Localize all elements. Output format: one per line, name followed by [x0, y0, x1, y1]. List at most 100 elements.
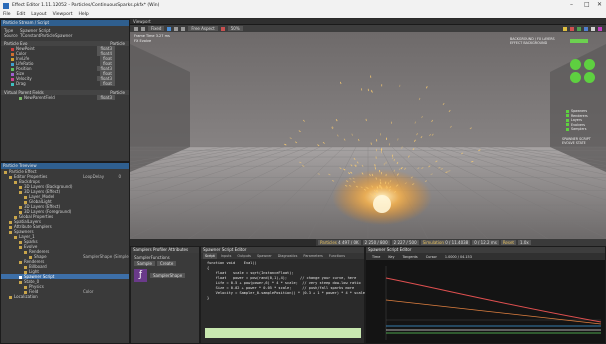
menu-viewport[interactable]: Viewport [53, 12, 73, 17]
viewport-status-bar: Particles 4 497 / 0K 2 250 / 800 2 227 / 5… [316, 239, 606, 246]
curve-toolbar-item[interactable]: Key [388, 255, 394, 259]
curve-graph[interactable] [366, 260, 605, 343]
menu-bar: File Edit Layout Viewport Help [0, 11, 606, 18]
field-type[interactable]: float [100, 81, 115, 86]
counter-icon [566, 109, 569, 113]
panel-header: Samplers Profiler Attributes [131, 247, 199, 253]
counter-icon [566, 127, 569, 131]
status-indicators [570, 59, 604, 83]
indicator-circle [570, 72, 581, 83]
field-label: Drag [16, 81, 26, 86]
counter-icon [566, 123, 569, 127]
editor-tabs: Script Inputs Outputs Spawner Diagnostics Par… [201, 253, 364, 259]
indicator-circle [570, 59, 581, 70]
counter-item: Samplers [566, 127, 604, 132]
curve-toolbar-item[interactable]: Cursor [426, 255, 437, 259]
curve-editor-panel: Spawner Script Editor Time Key Tangents Cur… [365, 246, 606, 344]
indicator-circle [584, 59, 595, 70]
tree-item[interactable]: Localization [1, 294, 129, 299]
aspect-select[interactable]: Free Aspect [188, 26, 218, 31]
camera-icon[interactable] [134, 26, 138, 31]
function-icon: ƒ [134, 269, 147, 282]
code-area[interactable]: function void Eval(){ float scale = sqrt… [201, 259, 368, 301]
tree-panel: Particle Treeview Particle Effect Editor … [0, 162, 130, 344]
title-bar: Effect Editor 1.11.12052 - Particles/Con… [0, 0, 606, 11]
status-line [205, 328, 361, 338]
menu-layout[interactable]: Layout [31, 12, 46, 17]
settings-icon[interactable] [584, 26, 588, 31]
code-line: } [207, 296, 210, 300]
record-icon[interactable] [220, 26, 225, 31]
code-line: Velocity = Sampler_0.samplePosition() * … [207, 291, 368, 295]
counter-icon [566, 118, 569, 122]
effect-tree: Particle Effect Editor Properties LoopDela… [1, 169, 129, 299]
spawner-overlay: SPAWNER SCRIPT EVOLVE STATE [562, 137, 591, 145]
zoom-value[interactable]: 50% [227, 26, 243, 31]
field-label: NewParentField [24, 95, 55, 100]
status-group[interactable]: 1.0x [518, 240, 531, 245]
stats-icon[interactable] [577, 26, 581, 31]
step-icon[interactable] [181, 26, 186, 31]
editor-tab[interactable]: Spawner [255, 253, 274, 259]
light-icon[interactable] [563, 26, 567, 31]
menu-edit[interactable]: Edit [17, 12, 26, 17]
create-button[interactable]: Create [157, 261, 177, 266]
editor-tab[interactable]: Outputs [235, 253, 253, 259]
tree-item-label: Localization [14, 294, 38, 299]
bug-icon[interactable] [570, 26, 574, 31]
field-row[interactable]: NewParentField float3 [1, 95, 129, 100]
editor-tab[interactable]: Script [203, 253, 217, 259]
panel-header: Particle Stream / Script [1, 20, 129, 26]
sampler-functions-label: SamplerFunctions [134, 255, 170, 260]
status-group[interactable]: 0 / 12.2 ms [472, 240, 499, 245]
field-row[interactable]: Drag float [1, 81, 129, 86]
node-icon [9, 295, 12, 299]
minimize-button[interactable]: – [570, 1, 573, 8]
source-value: TConstantParticleSpawner [20, 33, 73, 38]
script-editor-panel: Spawner Script Editor Script Inputs Output… [200, 246, 368, 344]
editor-tab[interactable]: Parameters [301, 253, 324, 259]
pause-icon[interactable] [174, 26, 179, 31]
indicator-circle [584, 72, 595, 83]
field-type[interactable]: float3 [97, 95, 115, 100]
mode-select[interactable]: Fixed [148, 26, 165, 31]
field-list: NewPoint float3 Color float4 InvLife float Lif… [1, 46, 129, 86]
scene-view[interactable] [130, 32, 606, 239]
color-icon[interactable] [598, 26, 602, 31]
menu-help[interactable]: Help [78, 12, 88, 17]
status-group[interactable]: Reset [500, 240, 516, 245]
sampler-item[interactable]: SamplerShape [150, 273, 186, 278]
curve-toolbar-item[interactable]: Tangents [402, 255, 417, 259]
fps-bar [570, 39, 588, 43]
viewport-toolbar: Fixed Free Aspect 50% [130, 25, 606, 32]
status-group[interactable]: Simulation 0 / 11.4038 [420, 240, 471, 245]
status-group[interactable]: Particles 4 497 / 0K [318, 240, 361, 245]
app-logo-icon [3, 2, 9, 9]
status-group[interactable]: 2 250 / 800 [362, 240, 390, 245]
samplers-panel: Samplers Profiler Attributes SamplerFunc… [130, 246, 200, 344]
menu-file[interactable]: File [3, 12, 11, 17]
viewport-tab[interactable]: Viewport [130, 19, 151, 24]
layer-overlay: BACKGROUND / FX LAYERS EFFECT BACKGROUND [510, 37, 555, 45]
editor-tab[interactable]: Diagnostics [276, 253, 300, 259]
curve-toolbar: Time Key Tangents Cursor 1.0000 / 04.153 [366, 253, 605, 260]
stats-overlay: Frame Time 3.27 ms FX Evolve [134, 34, 170, 43]
source-label: Source [4, 33, 18, 38]
grid-icon[interactable] [141, 26, 145, 31]
particle-fields-panel: Particle Stream / Script Type Spawner Scr… [0, 19, 130, 162]
field-color-icon [11, 82, 14, 86]
editor-tab[interactable]: Inputs [219, 253, 234, 259]
editor-tab[interactable]: Functions [327, 253, 347, 259]
play-icon[interactable] [167, 26, 172, 31]
counters-list: Spawners Renderers Layers Evolvers Samplers [566, 109, 604, 132]
screenshot-icon[interactable] [591, 26, 595, 31]
maximize-button[interactable]: □ [584, 1, 590, 8]
curve-toolbar-item[interactable]: Time [372, 255, 380, 259]
counter-icon [566, 114, 569, 118]
viewport[interactable]: Fixed Free Aspect 50% Frame Time 3.27 ms… [130, 25, 606, 239]
curve-toolbar-item[interactable]: 1.0000 / 04.153 [445, 255, 472, 259]
window-title: Effect Editor 1.11.12052 - Particles/Con… [12, 3, 160, 8]
sample-button[interactable]: Sample [134, 261, 155, 266]
status-group[interactable]: 2 227 / 500 [391, 240, 419, 245]
close-button[interactable]: ✕ [597, 1, 602, 8]
